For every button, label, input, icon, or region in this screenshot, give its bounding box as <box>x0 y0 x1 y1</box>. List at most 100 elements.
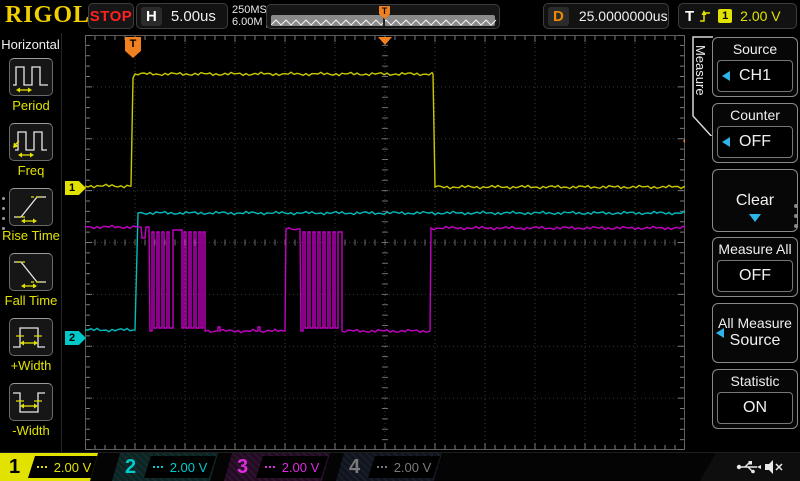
rising-edge-icon <box>699 9 712 24</box>
left-arrow-icon <box>716 328 724 338</box>
down-arrow-icon <box>749 214 761 222</box>
ch2-offset-marker[interactable]: 2 <box>65 331 86 345</box>
channel-3-scale-text: 2.00 V <box>282 460 320 475</box>
counter-value[interactable]: OFF <box>717 126 793 158</box>
channel-1-block[interactable]: 1 2.00 V <box>0 453 106 481</box>
channel-1-scale-text: 2.00 V <box>54 460 92 475</box>
menu-item-fall-time[interactable]: Fall Time <box>0 253 62 308</box>
dc-coupling-icon <box>37 466 48 468</box>
trigger-delay-block[interactable]: D 25.0000000us <box>543 3 669 29</box>
left-arrow-icon <box>722 137 730 147</box>
freq-button[interactable] <box>9 123 53 161</box>
scroll-indicator-dot <box>794 204 798 208</box>
channel-status-bar: 1 2.00 V 2 2.00 V 3 2.00 V 4 2.00 V <box>0 452 800 480</box>
channel-4-scale: 2.00 V <box>368 456 440 478</box>
statistic-value-text: ON <box>743 399 767 417</box>
period-button[interactable] <box>9 58 53 96</box>
counter-value-text: OFF <box>739 133 771 151</box>
channel-2-number: 2 <box>125 454 136 480</box>
measure-all-label: Measure All <box>713 241 797 257</box>
usb-icon <box>736 460 762 474</box>
menu-statistic[interactable]: Statistic ON <box>712 369 798 429</box>
plus-width-label: +Width <box>0 358 62 373</box>
dc-coupling-icon <box>153 466 164 468</box>
delay-label: D <box>548 7 569 26</box>
freq-icon <box>11 126 51 158</box>
channel-2-scale-text: 2.00 V <box>170 460 208 475</box>
horizontal-label: H <box>141 7 162 26</box>
fall-time-label: Fall Time <box>0 293 62 308</box>
plus-width-button[interactable] <box>9 318 53 356</box>
delay-value: 25.0000000us <box>579 8 668 24</box>
ch1-offset-marker[interactable]: 1 <box>65 181 86 195</box>
measure-all-value-text: OFF <box>739 267 771 285</box>
rise-time-button[interactable] <box>9 188 53 226</box>
channel-1-number: 1 <box>9 454 20 480</box>
fall-time-icon <box>11 256 51 288</box>
minus-width-button[interactable] <box>9 383 53 421</box>
channel-2-scale: 2.00 V <box>144 456 216 478</box>
menu-item-period[interactable]: Period <box>0 58 62 113</box>
menu-measure-all[interactable]: Measure All OFF <box>712 237 798 297</box>
channel-4-number: 4 <box>349 454 360 480</box>
scroll-indicator-dot <box>794 214 798 218</box>
menu-counter[interactable]: Counter OFF <box>712 103 798 163</box>
menu-item-freq[interactable]: Freq <box>0 123 62 178</box>
waveform-preview-bar[interactable]: T <box>266 4 500 29</box>
measure-item-sidebar: Horizontal Period Freq <box>0 33 62 452</box>
trigger-level-value: 2.00 V <box>740 8 780 24</box>
menu-item-minus-width[interactable]: -Width <box>0 383 62 438</box>
left-menu-title: Horizontal <box>0 37 61 52</box>
channel-3-number: 3 <box>237 454 248 480</box>
menu-clear[interactable]: Clear <box>712 169 798 232</box>
graticule-and-traces <box>85 35 685 450</box>
fall-time-button[interactable] <box>9 253 53 291</box>
measure-menu-panel: Measure Source CH1 Counter OFF Clear Mea… <box>685 33 800 452</box>
menu-item-plus-width[interactable]: +Width <box>0 318 62 373</box>
source-label: Source <box>713 41 797 57</box>
rigol-logo: RIGOL <box>5 2 90 29</box>
top-status-bar: RIGOL STOP H 5.00us 250MSa/s 6.00M pts T… <box>0 0 800 33</box>
scroll-indicator-dot <box>2 207 5 210</box>
statistic-value[interactable]: ON <box>717 392 793 424</box>
dc-coupling-icon <box>377 466 388 468</box>
trigger-label: T <box>685 8 694 25</box>
channel-2-block[interactable]: 2 2.00 V <box>112 453 218 481</box>
all-measure-label: All Measure <box>713 315 797 331</box>
measure-tab-label: Measure <box>693 45 708 96</box>
speaker-muted-icon <box>764 459 784 475</box>
menu-item-rise-time[interactable]: Rise Time <box>0 188 62 243</box>
trigger-settings-block[interactable]: T 1 2.00 V <box>678 3 797 29</box>
minus-width-icon <box>11 386 51 418</box>
plus-width-icon <box>11 321 51 353</box>
source-value-text: CH1 <box>739 67 771 85</box>
counter-label: Counter <box>713 107 797 123</box>
rise-time-label: Rise Time <box>0 228 62 243</box>
run-state-indicator[interactable]: STOP <box>88 3 134 29</box>
scroll-indicator-dot <box>2 217 5 220</box>
horizontal-timebase-block[interactable]: H 5.00us <box>136 3 228 29</box>
dc-coupling-icon <box>265 466 276 468</box>
left-arrow-icon <box>722 71 730 81</box>
measure-all-value[interactable]: OFF <box>717 260 793 292</box>
scroll-indicator-dot <box>794 224 798 228</box>
menu-all-measure-source[interactable]: All Measure Source <box>712 303 798 363</box>
period-label: Period <box>0 98 62 113</box>
channel-3-scale: 2.00 V <box>256 456 328 478</box>
channel-4-scale-text: 2.00 V <box>394 460 432 475</box>
trigger-source-badge: 1 <box>718 9 732 23</box>
channel-3-block[interactable]: 3 2.00 V <box>224 453 330 481</box>
channel-4-block[interactable]: 4 2.00 V <box>336 453 442 481</box>
period-icon <box>11 61 51 93</box>
menu-source[interactable]: Source CH1 <box>712 37 798 97</box>
scroll-indicator-dot <box>2 227 5 230</box>
source-value[interactable]: CH1 <box>717 60 793 92</box>
timebase-value: 5.00us <box>171 8 216 25</box>
clear-label: Clear <box>713 192 797 210</box>
waveform-display-area: T 1 2 T <box>85 35 685 450</box>
channel-1-scale: 2.00 V <box>28 456 100 478</box>
freq-label: Freq <box>0 163 62 178</box>
status-icons-block <box>700 453 800 481</box>
scroll-indicator-dot <box>2 197 5 200</box>
minus-width-label: -Width <box>0 423 62 438</box>
